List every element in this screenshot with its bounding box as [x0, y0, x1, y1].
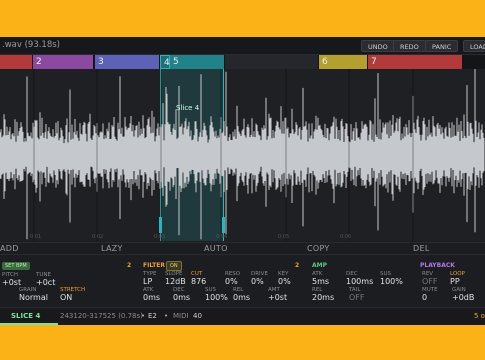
top-bar: .wav (93.18s) UNDO REDO PANIC LOAD — [0, 37, 485, 55]
slice-segment-4[interactable]: 4 — [160, 55, 170, 69]
del-button[interactable]: DEL — [413, 244, 430, 253]
waveform-svg: 0:01 0:02 0:03 0:04 0:05 0:06 — [0, 69, 485, 241]
sampler-window: .wav (93.18s) UNDO REDO PANIC LOAD 2 3 4… — [0, 37, 485, 325]
slice-segment-6[interactable]: 6 — [319, 55, 367, 69]
footer-midi-label: MIDI — [173, 312, 189, 320]
time-tick-label: 0:04 — [216, 234, 227, 240]
amp-atk-value[interactable]: 5ms — [312, 277, 329, 286]
playback-title: PLAYBACK — [420, 262, 455, 269]
slice-segment-1[interactable] — [0, 55, 32, 69]
parameter-panel: SET BPM 2 PITCH +0st TUNE +0ct GRAIN Nor… — [0, 257, 485, 307]
cut-value[interactable]: 876 — [191, 277, 206, 286]
filter-dec-value[interactable]: 0ms — [173, 293, 190, 302]
time-tick-label: 0:01 — [30, 234, 41, 240]
amp-sus-value[interactable]: 100% — [380, 277, 403, 286]
filter-sus-value[interactable]: 100% — [205, 293, 228, 302]
type-value[interactable]: LP — [143, 277, 152, 286]
filter-title: FILTER — [143, 262, 165, 269]
waveform-path — [0, 69, 485, 240]
amp-rel-value[interactable]: 20ms — [312, 293, 334, 302]
grain-value[interactable]: Normal — [19, 293, 48, 302]
reso-value[interactable]: 0% — [225, 277, 238, 286]
rev-value[interactable]: OFF — [422, 277, 438, 286]
filter-atk-value[interactable]: 0ms — [143, 293, 160, 302]
add-button[interactable]: ADD — [0, 244, 19, 253]
filter-rel-value[interactable]: 0ms — [233, 293, 250, 302]
slice-segment-3[interactable]: 3 — [95, 55, 159, 69]
footer-range: 243120-317525 (0.78s) — [60, 312, 143, 320]
set-bpm-button[interactable]: SET BPM — [2, 262, 30, 270]
pitch-value[interactable]: +0st — [2, 278, 21, 287]
drive-value[interactable]: 0% — [251, 277, 264, 286]
time-tick-label: 0:02 — [92, 234, 103, 240]
auto-button[interactable]: AUTO — [204, 244, 228, 253]
amp-title: AMP — [312, 262, 328, 269]
time-tick-label: 0:05 — [278, 234, 289, 240]
file-name: .wav (93.18s) — [2, 40, 60, 50]
slice-segment-5[interactable]: 5 — [170, 55, 224, 69]
selected-slice-label: Slice 4 — [176, 104, 200, 112]
slice-segment-2[interactable]: 2 — [33, 55, 93, 69]
footer-dot-2: • — [164, 312, 169, 320]
waveform-view[interactable]: 0:01 0:02 0:03 0:04 0:05 0:06 Slice 4 — [0, 69, 485, 241]
tune-value[interactable]: +0ct — [36, 278, 55, 287]
status-footer: SLICE 4 243120-317525 (0.78s) • E2 • MID… — [0, 307, 485, 325]
footer-note: E2 — [148, 312, 157, 320]
slice-segment-gap[interactable] — [225, 55, 318, 69]
end-handle — [222, 217, 225, 233]
start-handle — [159, 217, 162, 233]
lazy-button[interactable]: LAZY — [101, 244, 123, 253]
footer-slice-underline — [0, 323, 58, 325]
mute-value[interactable]: 0 — [422, 293, 427, 302]
time-tick-label: 0:03 — [154, 234, 165, 240]
footer-slice-name: SLICE 4 — [11, 312, 41, 320]
redo-button[interactable]: REDO — [393, 40, 426, 52]
slice-bar: 2 3 4 5 6 7 — [0, 55, 485, 69]
time-tick-label: 0:06 — [340, 234, 351, 240]
slope-value[interactable]: 12dB — [165, 277, 186, 286]
tail-value[interactable]: OFF — [349, 293, 365, 302]
filter-on-toggle[interactable]: ON — [166, 261, 182, 271]
amt-value[interactable]: +0st — [268, 293, 287, 302]
pitch-count: 2 — [127, 262, 132, 269]
panic-button[interactable]: PANIC — [425, 40, 459, 52]
stretch-value[interactable]: ON — [60, 293, 72, 302]
footer-dot-1: • — [141, 312, 146, 320]
undo-button[interactable]: UNDO — [361, 40, 395, 52]
footer-count: 5 o — [474, 312, 485, 320]
copy-button[interactable]: COPY — [307, 244, 330, 253]
loop-value[interactable]: PP — [450, 277, 460, 286]
filter-count: 2 — [295, 262, 300, 269]
amp-dec-value[interactable]: 100ms — [346, 277, 373, 286]
key-value[interactable]: 0% — [278, 277, 291, 286]
action-row: ADD LAZY AUTO COPY DEL — [0, 242, 485, 255]
slice-segment-7[interactable]: 7 — [368, 55, 462, 69]
gain-value[interactable]: +0dB — [452, 293, 474, 302]
load-button[interactable]: LOAD — [463, 40, 485, 52]
footer-midi-value: 40 — [193, 312, 202, 320]
